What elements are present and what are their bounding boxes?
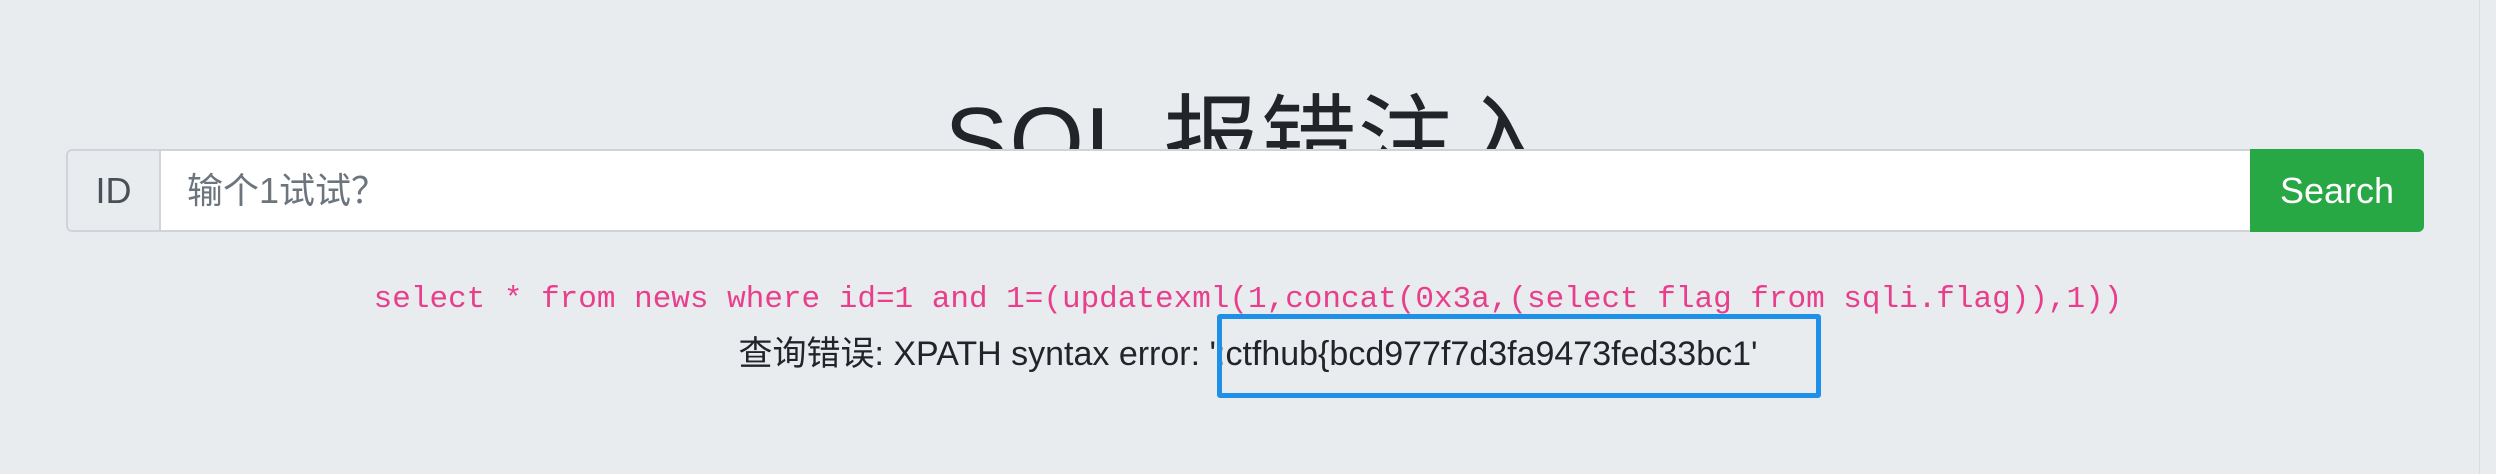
search-input[interactable] [159,149,2250,232]
search-button[interactable]: Search [2250,149,2424,232]
window-scrollbar[interactable] [2479,0,2496,474]
page-root: SQL 报错注入 ID Search select * from news wh… [0,0,2496,474]
query-error-message: 查询错误: XPATH syntax error: ':ctfhub{bcd97… [738,335,1758,373]
sql-query-text: select * from news where id=1 and 1=(upd… [373,282,2123,317]
id-addon-label: ID [66,149,159,232]
search-group: ID Search [66,149,2424,232]
